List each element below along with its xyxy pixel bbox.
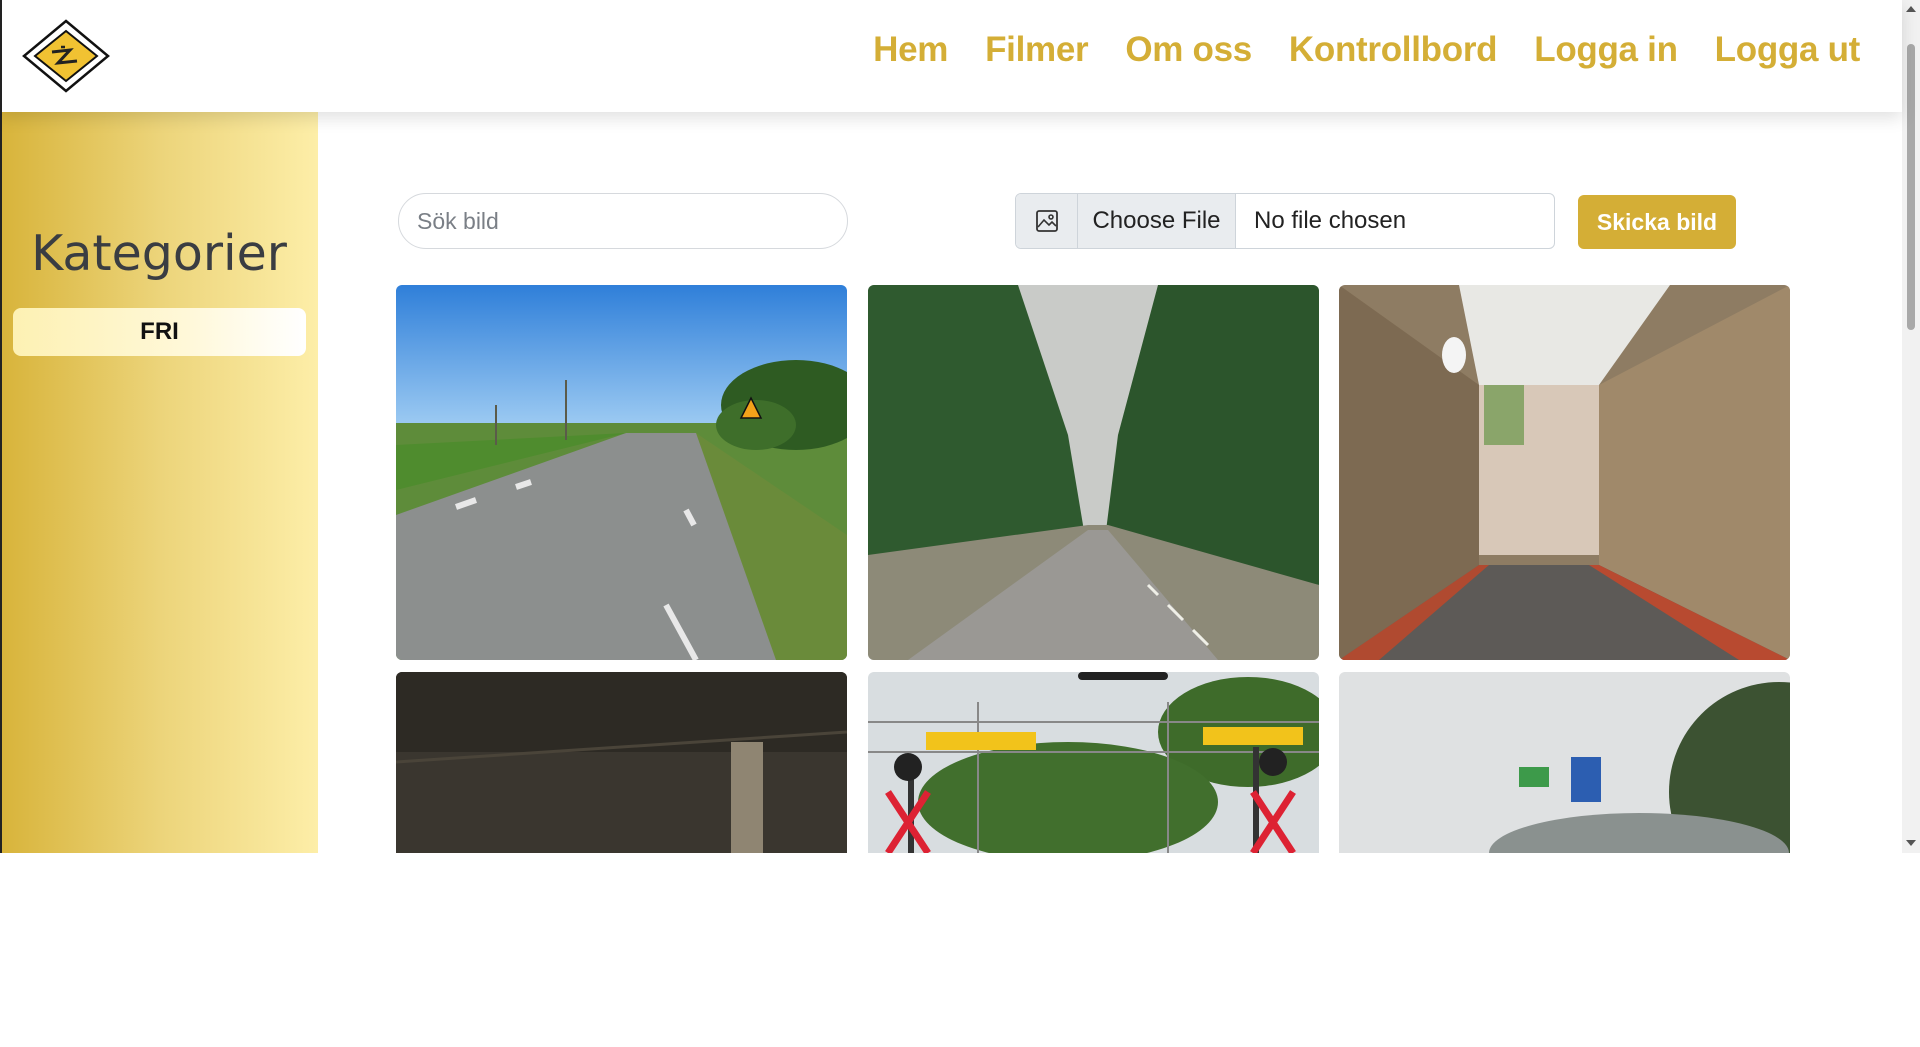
nav-logout-link[interactable]: Logga ut	[1715, 30, 1861, 70]
file-status-text: No file chosen	[1254, 207, 1407, 234]
gallery-image-forest-road[interactable]	[868, 285, 1319, 660]
gallery-image-tunnel[interactable]	[1339, 285, 1790, 660]
file-upload-group: Choose File No file chosen	[1015, 193, 1555, 249]
scrollbar-thumb[interactable]	[1907, 44, 1915, 330]
gallery-image-rain-blur[interactable]	[1339, 672, 1790, 1047]
category-sidebar	[0, 112, 318, 853]
nav-about-link[interactable]: Om oss	[1125, 30, 1252, 70]
sidebar-title: Kategorier	[31, 225, 287, 282]
nav-login-link[interactable]: Logga in	[1534, 30, 1678, 70]
gallery-image-railway-crossing[interactable]	[868, 672, 1319, 1047]
nav-links: Hem Filmer Om oss Kontrollbord Logga in …	[873, 30, 1860, 70]
nav-dashboard-link[interactable]: Kontrollbord	[1289, 30, 1498, 70]
logo-road-sign-icon[interactable]	[21, 19, 111, 93]
send-image-button[interactable]: Skicka bild	[1578, 195, 1736, 249]
top-navbar: Hem Filmer Om oss Kontrollbord Logga in …	[0, 0, 1902, 112]
search-image-input[interactable]	[398, 193, 848, 249]
gallery-image-dark-ground[interactable]	[396, 672, 847, 1047]
nav-home-link[interactable]: Hem	[873, 30, 948, 70]
scroll-down-arrow-icon[interactable]	[1906, 840, 1916, 846]
image-icon	[1016, 194, 1078, 248]
scroll-up-arrow-icon[interactable]	[1906, 6, 1916, 12]
page-scrollbar[interactable]	[1902, 0, 1920, 853]
gallery-image-road-field[interactable]	[396, 285, 847, 660]
nav-films-link[interactable]: Filmer	[985, 30, 1089, 70]
choose-file-button[interactable]: Choose File	[1078, 194, 1236, 248]
category-item-fri[interactable]: FRI	[13, 308, 306, 356]
